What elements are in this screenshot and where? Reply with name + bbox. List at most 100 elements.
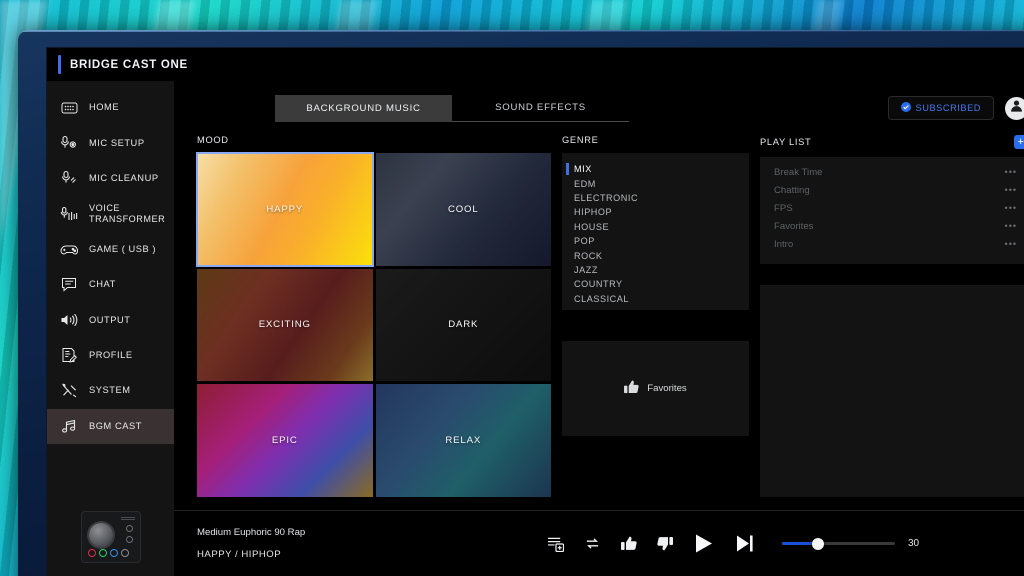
speaker-icon	[59, 311, 79, 329]
check-circle-icon	[900, 102, 911, 114]
tab-label: BACKGROUND MUSIC	[306, 102, 421, 114]
playlist-item-menu-icon[interactable]: •••	[1005, 185, 1017, 195]
desktop-backdrop: BRIDGE CAST ONE HOME MIC SETUP MIC CLEAN…	[0, 0, 1024, 576]
sidebar-item-system[interactable]: SYSTEM	[47, 373, 174, 408]
genre-item-edm[interactable]: EDM	[562, 176, 749, 190]
sidebar-item-label: PROFILE	[89, 350, 133, 361]
thumbs-down-icon[interactable]	[657, 536, 673, 551]
tab-group: BACKGROUND MUSIC SOUND EFFECTS	[275, 94, 629, 122]
sidebar-item-chat[interactable]: CHAT	[47, 267, 174, 302]
tab-sound-effects[interactable]: SOUND EFFECTS	[452, 95, 629, 122]
genre-list[interactable]: MIX EDM ELECTRONIC HIPHOP HOUSE POP ROCK…	[562, 153, 749, 310]
genre-item-classical[interactable]: CLASSICAL	[562, 292, 749, 306]
subscribed-button[interactable]: SUBSCRIBED	[887, 96, 994, 120]
mood-tile-cool[interactable]: COOL	[375, 153, 551, 266]
genre-item-country[interactable]: COUNTRY	[562, 277, 749, 291]
volume-slider[interactable]	[782, 537, 895, 550]
device-knob	[88, 523, 113, 547]
device-thumbnail	[47, 498, 174, 576]
playlist-heading-row: PLAY LIST +	[760, 135, 1024, 149]
sidebar-item-output[interactable]: OUTPUT	[47, 302, 174, 337]
titlebar: BRIDGE CAST ONE	[47, 48, 1024, 81]
playlist-item-menu-icon[interactable]: •••	[1005, 203, 1017, 213]
volume-slider-thumb[interactable]	[812, 537, 825, 550]
playlist-item-chatting[interactable]: Chatting •••	[760, 181, 1024, 199]
mood-tile-relax[interactable]: RELAX	[375, 384, 551, 497]
sidebar-item-home[interactable]: HOME	[47, 90, 174, 125]
repeat-icon[interactable]	[584, 536, 601, 551]
sidebar-item-label: OUTPUT	[89, 314, 131, 325]
mic-sliders-icon	[59, 205, 79, 223]
playlist-list: Break Time ••• Chatting ••• FPS ••• Favo…	[760, 157, 1024, 264]
genre-item-rock[interactable]: ROCK	[562, 248, 749, 262]
track-meta: HAPPY / HIPHOP	[197, 549, 282, 560]
sidebar-item-label: VOICE TRANSFORMER	[89, 203, 166, 224]
mood-tile-label: COOL	[447, 203, 479, 215]
main-content: BACKGROUND MUSIC SOUND EFFECTS SUBSCRIBE…	[174, 81, 1024, 576]
genre-item-house[interactable]: HOUSE	[562, 220, 749, 234]
playlist-item-intro[interactable]: Intro •••	[760, 235, 1024, 253]
genre-item-label: COUNTRY	[574, 279, 623, 290]
sidebar-item-mic-setup[interactable]: MIC SETUP	[47, 125, 174, 160]
sidebar-item-label: BGM CAST	[89, 420, 142, 431]
monitor-bezel: BRIDGE CAST ONE HOME MIC SETUP MIC CLEAN…	[18, 30, 1024, 576]
genre-item-label: MIX	[574, 164, 592, 175]
playlist-item-favorites[interactable]: Favorites •••	[760, 217, 1024, 235]
mood-tile-label: EXCITING	[258, 319, 311, 331]
playlist-item-break-time[interactable]: Break Time •••	[760, 163, 1024, 181]
genre-item-jazz[interactable]: JAZZ	[562, 263, 749, 277]
add-to-playlist-icon[interactable]	[547, 536, 564, 552]
plus-icon[interactable]: +	[1014, 135, 1024, 149]
mood-tile-label: RELAX	[445, 435, 482, 447]
sidebar-item-label: HOME	[89, 102, 120, 113]
sidebar-item-game-usb[interactable]: GAME ( USB )	[47, 232, 174, 267]
sidebar-item-voice-transformer[interactable]: VOICE TRANSFORMER	[47, 196, 174, 231]
favorites-label: Favorites	[647, 383, 687, 394]
sidebar-item-label: MIC CLEANUP	[89, 173, 159, 184]
avatar[interactable]	[1005, 96, 1024, 120]
sidebar-item-bgm-cast[interactable]: BGM CAST	[47, 408, 174, 444]
next-track-icon[interactable]	[735, 534, 755, 553]
genre-item-label: ELECTRONIC	[574, 192, 639, 203]
document-pencil-icon	[59, 346, 79, 364]
playlist-item-menu-icon[interactable]: •••	[1005, 221, 1017, 231]
genre-column: GENRE MIX EDM ELECTRONIC HIPHOP HOUSE PO…	[562, 135, 749, 510]
playlist-item-label: Favorites	[774, 220, 814, 232]
device-led-blue	[109, 549, 118, 557]
favorites-button[interactable]: Favorites	[562, 341, 749, 436]
tabbar: BACKGROUND MUSIC SOUND EFFECTS SUBSCRIBE…	[174, 81, 1024, 135]
genre-item-pop[interactable]: POP	[562, 234, 749, 248]
genre-item-label: HIPHOP	[574, 207, 613, 218]
sidebar-item-mic-cleanup[interactable]: MIC CLEANUP	[47, 161, 174, 196]
sidebar-item-profile[interactable]: PROFILE	[47, 338, 174, 373]
genre-item-hiphop[interactable]: HIPHOP	[562, 205, 749, 219]
mood-tile-label: DARK	[448, 319, 479, 331]
tab-background-music[interactable]: BACKGROUND MUSIC	[275, 94, 452, 122]
mood-tile-epic[interactable]: EPIC	[197, 384, 373, 497]
sidebar: HOME MIC SETUP MIC CLEANUP VOICE TRANSFO…	[47, 81, 174, 576]
now-playing: Medium Euphoric 90 Rap HAPPY / HIPHOP	[197, 527, 497, 560]
device-brand-mark	[120, 516, 135, 520]
mood-tile-happy[interactable]: HAPPY	[196, 152, 374, 267]
genre-item-label: EDM	[574, 178, 596, 189]
device-led-green	[98, 549, 107, 557]
mood-heading: MOOD	[197, 135, 229, 145]
device-led-power	[120, 549, 129, 557]
playlist-item-menu-icon[interactable]: •••	[1005, 167, 1017, 177]
playlist-item-label: Chatting	[774, 184, 810, 196]
play-icon[interactable]	[693, 533, 715, 554]
playlist-item-menu-icon[interactable]: •••	[1005, 239, 1017, 249]
genre-item-electronic[interactable]: ELECTRONIC	[562, 191, 749, 205]
tabbar-right: SUBSCRIBED	[887, 96, 1024, 120]
genre-item-mix[interactable]: MIX	[562, 162, 749, 176]
device-small-knob-1	[125, 525, 133, 532]
device-small-knob-2	[125, 536, 133, 543]
genre-item-label: CLASSICAL	[574, 293, 629, 304]
device-led-red	[87, 549, 96, 557]
mood-tile-exciting[interactable]: EXCITING	[197, 268, 373, 382]
mood-tile-dark[interactable]: DARK	[375, 268, 551, 382]
volume-value: 30	[908, 538, 920, 549]
thumbs-up-icon[interactable]	[621, 536, 637, 551]
user-avatar-icon	[1009, 98, 1024, 118]
playlist-item-fps[interactable]: FPS •••	[760, 199, 1024, 217]
